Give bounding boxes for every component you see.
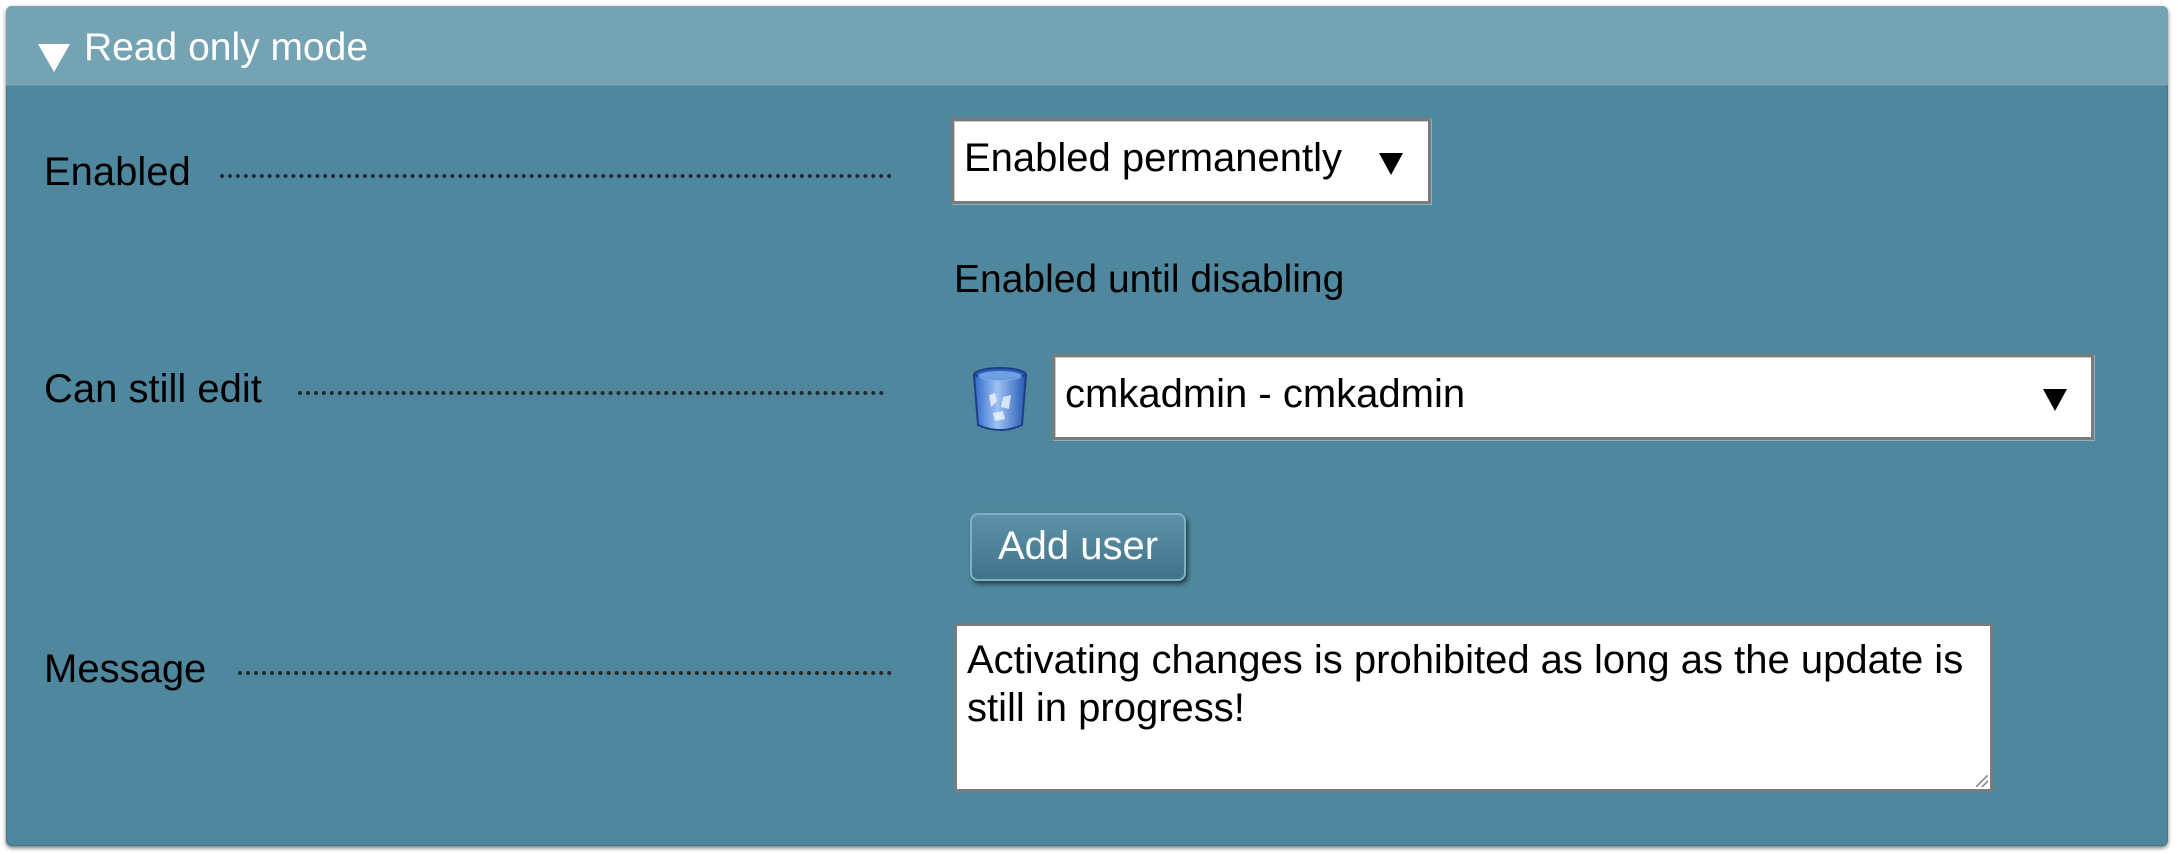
read-only-mode-panel: Read only mode Enabled Enabled permanent…: [6, 6, 2168, 846]
add-user-button[interactable]: Add user: [970, 513, 1186, 581]
message-text: Activating changes is prohibited as long…: [967, 638, 1964, 730]
message-leader-dots: [238, 671, 892, 675]
can-still-edit-label: Can still edit: [44, 367, 262, 411]
resize-handle-icon[interactable]: [1976, 775, 1988, 787]
collapse-triangle-icon[interactable]: [38, 44, 70, 72]
enabled-select-value: Enabled permanently: [964, 136, 1343, 180]
section-header[interactable]: Read only mode: [6, 6, 2168, 86]
can-still-edit-leader-dots: [298, 391, 884, 395]
section-title: Read only mode: [84, 26, 369, 69]
message-textarea[interactable]: Activating changes is prohibited as long…: [954, 623, 1993, 792]
enabled-label: Enabled: [44, 150, 191, 194]
chevron-down-icon: [2043, 389, 2067, 411]
enabled-select[interactable]: Enabled permanently: [951, 118, 1431, 204]
chevron-down-icon: [1379, 153, 1403, 175]
enabled-hint: Enabled until disabling: [954, 258, 1345, 301]
enabled-leader-dots: [220, 174, 892, 178]
user-select[interactable]: cmkadmin - cmkadmin: [1052, 354, 2094, 440]
message-label: Message: [44, 647, 207, 691]
user-select-value: cmkadmin - cmkadmin: [1065, 372, 1466, 416]
trash-icon[interactable]: [971, 367, 1029, 433]
